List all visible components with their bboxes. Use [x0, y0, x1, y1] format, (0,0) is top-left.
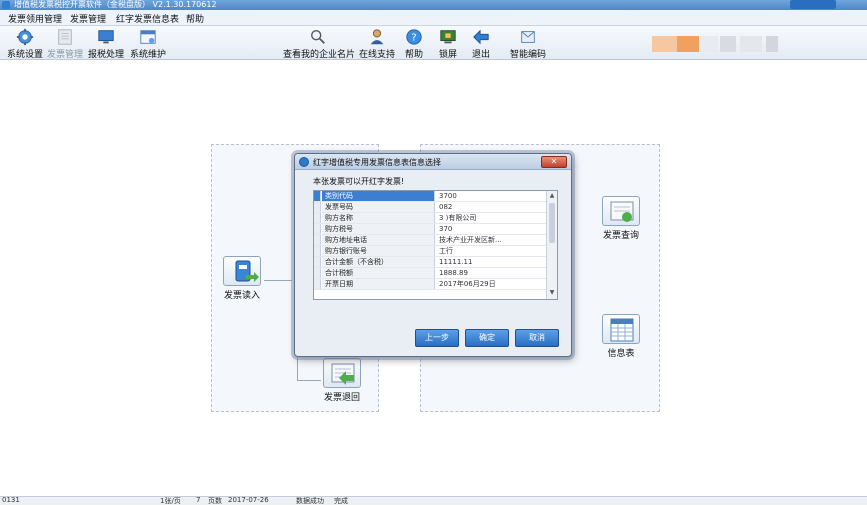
- redacted-block: [720, 36, 736, 52]
- window-title: 增值税发票税控开票软件（金税盘版） V2.1.30.170612: [14, 0, 217, 9]
- monitor-icon: [98, 30, 114, 44]
- dialog-message: 本张发票可以开红字发票!: [313, 177, 405, 186]
- status-bar: 0131 1张/页 7 页数 2017-07-26 数据成功 完成: [0, 496, 867, 505]
- company-card-button[interactable]: 查看我的企业名片: [283, 26, 355, 60]
- exit-arrow-icon: [473, 29, 489, 45]
- table-row[interactable]: 类别代码 3700: [314, 191, 547, 202]
- cancel-button[interactable]: 取消: [515, 329, 559, 347]
- lock-screen-button[interactable]: 锁屏: [435, 26, 461, 60]
- help-button[interactable]: ? 帮助: [402, 26, 426, 60]
- gear-icon: [16, 28, 34, 46]
- scroll-down-icon[interactable]: ▼: [548, 289, 556, 297]
- row-value: 11111.11: [439, 258, 473, 266]
- magnifier-icon: [311, 30, 325, 44]
- red-invoice-info-dialog: 红字增值税专用发票信息表信息选择 ✕ 本张发票可以开红字发票! 类别代码 370…: [294, 153, 572, 357]
- status-item: 2017-07-26: [228, 496, 269, 504]
- invoice-info-grid[interactable]: 类别代码 3700 发票号码 082 购方名称 3 )有限公司 购方税号 370…: [313, 190, 558, 300]
- row-label: 购方地址电话: [322, 235, 435, 245]
- row-label: 发票号码: [322, 202, 435, 212]
- usb-import-icon: [223, 256, 261, 286]
- table-row[interactable]: 购方银行账号 工行: [314, 246, 547, 257]
- document-icon: [58, 29, 72, 45]
- redacted-block: [677, 36, 699, 52]
- table-row[interactable]: 合计税额 1888.89: [314, 268, 547, 279]
- redacted-block: [740, 36, 762, 52]
- tax-report-button[interactable]: 报税处理: [87, 26, 125, 60]
- invoice-return-icon: [323, 358, 361, 388]
- table-row[interactable]: 购方名称 3 )有限公司: [314, 213, 547, 224]
- row-label: 类别代码: [322, 191, 435, 201]
- flow-line: [297, 380, 321, 381]
- redacted-block: [652, 36, 678, 52]
- row-label: 购方名称: [322, 213, 435, 223]
- svg-text:?: ?: [411, 33, 416, 44]
- row-label: 购方银行账号: [322, 246, 435, 256]
- table-row[interactable]: 合计金额（不含税） 11111.11: [314, 257, 547, 268]
- status-item: 完成: [334, 497, 348, 505]
- app-icon: [2, 1, 10, 9]
- menu-invoice-receive[interactable]: 发票领用管理: [8, 12, 62, 25]
- flow-line: [264, 280, 292, 281]
- table-row[interactable]: 发票号码 082: [314, 202, 547, 213]
- row-label: 合计税额: [322, 268, 435, 278]
- support-person-icon: [370, 29, 384, 45]
- info-table-node[interactable]: 信息表: [601, 314, 641, 362]
- scroll-up-icon[interactable]: ▲: [548, 192, 556, 200]
- redacted-block: [700, 36, 718, 52]
- lock-screen-icon: [440, 30, 456, 44]
- exit-button[interactable]: 退出: [468, 26, 494, 60]
- grid-scrollbar[interactable]: ▲ ▼: [546, 191, 557, 299]
- dialog-title: 红字增值税专用发票信息表信息选择: [313, 158, 441, 167]
- help-icon: ?: [406, 29, 422, 45]
- system-settings-button[interactable]: 系统设置: [6, 26, 44, 60]
- scroll-thumb[interactable]: [549, 203, 555, 243]
- status-item: 1张/页: [160, 497, 181, 505]
- invoice-read-node[interactable]: 发票读入: [222, 256, 262, 304]
- calendar-icon: [140, 30, 156, 44]
- dialog-title-bar: 红字增值税专用发票信息表信息选择 ✕: [295, 154, 571, 170]
- row-value: 技术产业开发区新...: [439, 236, 502, 244]
- redacted-block: [766, 36, 778, 52]
- prev-step-button[interactable]: 上一步: [415, 329, 459, 347]
- status-item: 数据成功: [296, 497, 324, 505]
- dialog-close-button[interactable]: ✕: [541, 156, 567, 168]
- smart-code-button[interactable]: 智能编码: [508, 26, 548, 60]
- row-value: 082: [439, 203, 453, 211]
- smart-code-icon: [521, 31, 535, 43]
- menu-help[interactable]: 帮助: [186, 12, 204, 25]
- row-label: 开票日期: [322, 279, 435, 289]
- confirm-button[interactable]: 确定: [465, 329, 509, 347]
- row-label: 购方税号: [322, 224, 435, 234]
- table-row[interactable]: 开票日期 2017年06月29日: [314, 279, 547, 290]
- menu-red-invoice-info[interactable]: 红字发票信息表: [116, 12, 179, 25]
- menu-bar: 发票领用管理 发票管理 红字发票信息表 帮助: [0, 10, 867, 26]
- row-label: 合计金额（不含税）: [322, 257, 435, 267]
- status-item: 7: [196, 496, 201, 504]
- row-value: 1888.89: [439, 269, 468, 277]
- invoice-manage-button[interactable]: 发票管理: [46, 26, 84, 60]
- toolbar: 系统设置 发票管理 报税处理 系统维护 查看我的企业名片 在线支持 ? 帮助 锁…: [0, 26, 867, 60]
- table-row[interactable]: 购方税号 370: [314, 224, 547, 235]
- online-support-button[interactable]: 在线支持: [358, 26, 396, 60]
- window-title-bar: 增值税发票税控开票软件（金税盘版） V2.1.30.170612: [0, 0, 867, 10]
- invoice-query-icon: [602, 196, 640, 226]
- row-value: 2017年06月29日: [439, 280, 496, 288]
- table-grid-icon: [602, 314, 640, 344]
- window-controls[interactable]: [790, 0, 836, 9]
- row-value: 3 )有限公司: [439, 214, 477, 222]
- system-maintain-button[interactable]: 系统维护: [128, 26, 168, 60]
- row-value: 工行: [439, 247, 453, 255]
- invoice-query-node[interactable]: 发票查询: [601, 196, 641, 244]
- invoice-return-node[interactable]: 发票退回: [322, 358, 362, 406]
- status-item: 0131: [2, 496, 20, 504]
- status-item: 页数: [208, 497, 222, 505]
- dialog-app-icon: [299, 157, 309, 167]
- row-value: 370: [439, 225, 453, 233]
- menu-invoice-manage[interactable]: 发票管理: [70, 12, 106, 25]
- table-row[interactable]: 购方地址电话 技术产业开发区新...: [314, 235, 547, 246]
